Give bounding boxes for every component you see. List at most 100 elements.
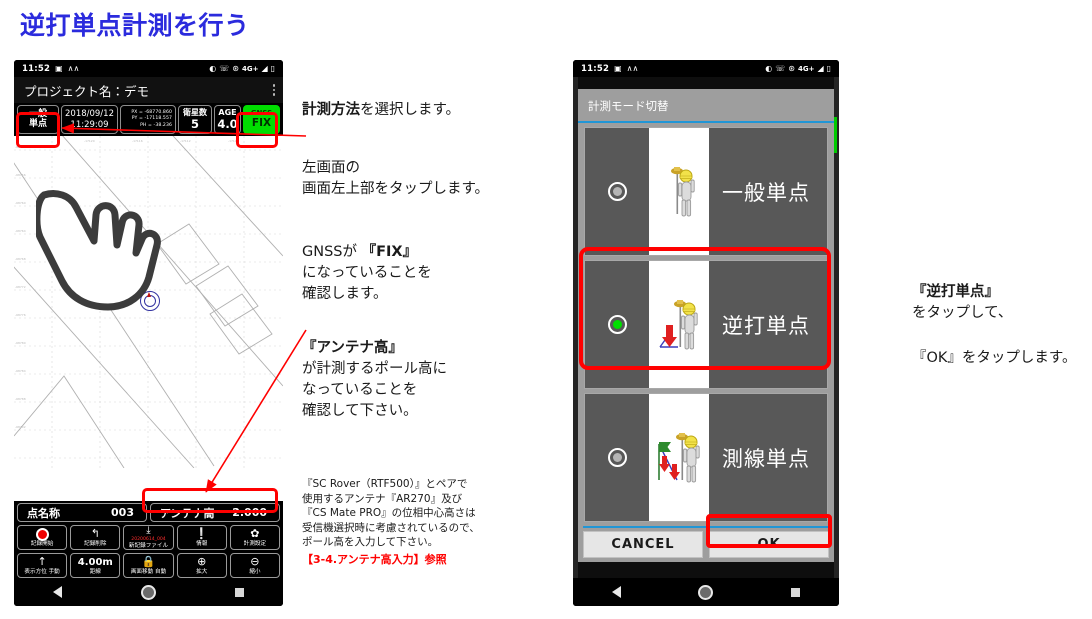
radio-stakeout-icon[interactable] — [607, 315, 627, 334]
network-type-label: 4G+ — [241, 64, 259, 73]
home-icon[interactable] — [140, 584, 156, 600]
call-icon: ☏ — [219, 63, 230, 73]
svg-text:-17120: -17120 — [84, 139, 95, 143]
measurement-settings-label: 計測設定 — [243, 540, 267, 547]
annotation-gnss-pre: GNSSが — [302, 244, 362, 260]
surveyor-stakeout-icon — [649, 261, 709, 388]
status-clock: 11:52 — [22, 63, 51, 74]
zoom-in-label: 拡大 — [196, 568, 208, 575]
record-start-label: 記録開始 — [30, 540, 54, 547]
radio-general-container[interactable] — [585, 128, 649, 255]
annotation-gnss-bold: 『FIX』 — [361, 244, 418, 260]
info-label: 情報 — [196, 540, 208, 547]
display-direction-label: 表示方位 手動 — [24, 568, 60, 575]
measurement-mode-button[interactable]: 一般 単点 — [17, 105, 59, 134]
satellite-count-value: 5 — [190, 116, 199, 131]
svg-text:-68788: -68788 — [15, 397, 26, 401]
annotation-select-method: 計測方法を選択します。 — [302, 100, 460, 121]
scale-button[interactable]: 4.00m 距線 — [70, 553, 121, 578]
overflow-menu-icon[interactable] — [272, 84, 275, 96]
measurement-settings-button[interactable]: ✿ 計測設定 — [229, 525, 281, 550]
py-value: PY = -17118.557 — [131, 116, 172, 122]
recents-icon[interactable] — [791, 587, 801, 597]
svg-text:-68780: -68780 — [15, 341, 26, 345]
dialog-action-buttons: CANCEL OK — [578, 528, 834, 562]
svg-text:-68752: -68752 — [15, 145, 26, 149]
time-value: 11:29:09 — [70, 119, 109, 130]
annotation-small-note: 『SC Rover（RTF500）』とペアで 使用するアンテナ『AR270』及び… — [302, 478, 480, 548]
zoom-out-icon: ⊖ — [250, 555, 260, 568]
radio-stakeout-container[interactable] — [585, 261, 649, 388]
monochrome-icon: ∧∧ — [626, 63, 639, 73]
save-file-icon: ⤓ — [146, 525, 151, 536]
satellite-count-display: 衛星数 5 — [178, 105, 212, 134]
annotation-antenna-height: 『アンテナ高』 が計測するポール高に なっていることを 確認して下さい。 — [302, 338, 447, 422]
scale-label: 距線 — [89, 568, 101, 575]
new-record-file-button[interactable]: ⤓ 20200614_004 新記録ファイル — [123, 525, 174, 550]
battery-icon: ▯ — [270, 63, 275, 73]
option-line-single-point[interactable]: 測線単点 — [584, 393, 828, 522]
option-stakeout-single-point[interactable]: 逆打単点 — [584, 260, 828, 389]
svg-text:-68772: -68772 — [15, 285, 26, 289]
info-button[interactable]: ❕ 情報 — [176, 525, 227, 550]
zoom-in-button[interactable]: ⊕ 拡大 — [176, 553, 227, 578]
right-nav-bar — [573, 578, 839, 606]
antenna-height-field[interactable]: アンテナ高 2.000 — [150, 503, 280, 522]
annotation-tap-stakeout: 『逆打単点』 をタップして、 — [912, 282, 1012, 324]
annotation-gnss-rest: になっていることを 確認します。 — [302, 265, 432, 302]
recents-icon[interactable] — [234, 587, 244, 597]
lock-icon: 🔒 — [141, 555, 156, 568]
battery-icon: ▯ — [826, 63, 831, 73]
sd-card-icon: ▣ — [614, 63, 622, 73]
gnss-status-badge: GNSS FIX — [243, 105, 280, 134]
surveyor-general-icon — [649, 128, 709, 255]
screen-move-button[interactable]: 🔒 画面移動 自動 — [123, 553, 174, 578]
mode-line2: 単点 — [28, 118, 47, 129]
antenna-height-label: アンテナ高 — [160, 506, 215, 520]
radio-general-icon[interactable] — [607, 182, 627, 201]
antenna-height-value: 2.000 — [232, 506, 267, 519]
annotation-stakeout-rest-text: をタップして、 — [912, 305, 1013, 321]
svg-text:-68764: -68764 — [15, 229, 26, 233]
annotation-select-method-rest: を選択します。 — [360, 102, 461, 118]
point-name-label: 点名称 — [27, 506, 60, 520]
point-name-value: 003 — [111, 506, 134, 519]
record-start-button[interactable]: 記録開始 — [17, 525, 68, 550]
left-nav-bar — [14, 578, 283, 606]
display-direction-button[interactable]: ↑ 表示方位 手動 — [17, 553, 68, 578]
radio-line-container[interactable] — [585, 394, 649, 521]
cancel-button[interactable]: CANCEL — [583, 531, 703, 558]
zoom-in-icon: ⊕ — [197, 555, 207, 568]
radio-line-icon[interactable] — [607, 448, 627, 467]
ok-button[interactable]: OK — [709, 531, 829, 558]
mode-switch-screen: 計測モード切替 一般単点 逆打単点 測線単点 CANCEL OK — [573, 77, 839, 578]
svg-text:-68784: -68784 — [15, 369, 26, 373]
svg-text:-17108: -17108 — [228, 139, 239, 143]
point-name-field[interactable]: 点名称 003 — [17, 503, 147, 522]
option-stakeout-label: 逆打単点 — [722, 313, 810, 338]
svg-text:-17112: -17112 — [180, 139, 191, 143]
annotation-reference-link: 【3-4.アンテナ高入力】参照 — [302, 553, 447, 566]
annotation-gnss-fix: GNSSが 『FIX』 になっていることを 確認します。 — [302, 242, 432, 305]
home-icon[interactable] — [698, 584, 714, 600]
record-delete-button[interactable]: ↰ 記録削除 — [70, 525, 121, 550]
app-title-bar: プロジェクト名：デモ — [14, 77, 283, 103]
measurement-app: プロジェクト名：デモ 一般 単点 2018/09/12 11:29:09 PX … — [14, 77, 283, 578]
svg-text:-68776: -68776 — [15, 313, 26, 317]
svg-text:-17116: -17116 — [132, 139, 143, 143]
annotation-stakeout-bold: 『逆打単点』 — [912, 284, 999, 300]
back-icon[interactable] — [611, 586, 621, 598]
option-general-single-point[interactable]: 一般単点 — [584, 127, 828, 256]
surveyor-line-icon — [649, 394, 709, 521]
right-phone-screenshot: 11:52 ▣ ∧∧ ◐ ☏ ⊛ 4G+ ◢ ▯ 計測モード切替 一般単点 逆打… — [573, 60, 839, 606]
alarm-icon: ⊛ — [788, 63, 795, 73]
zoom-out-label: 縮小 — [249, 568, 261, 575]
back-icon[interactable] — [53, 586, 63, 598]
age-display: AGE 4.0 — [214, 105, 241, 134]
annotation-antenna-bold: 『アンテナ高』 — [302, 340, 403, 356]
zoom-out-button[interactable]: ⊖ 縮小 — [229, 553, 281, 578]
bottom-tool-panel: 点名称 003 アンテナ高 2.000 記録開始 ↰ 記録削除 ⤓ 202006… — [14, 501, 283, 578]
call-icon: ☏ — [775, 63, 786, 73]
datetime-display: 2018/09/12 11:29:09 — [61, 105, 118, 134]
alarm-icon: ⊛ — [232, 63, 239, 73]
